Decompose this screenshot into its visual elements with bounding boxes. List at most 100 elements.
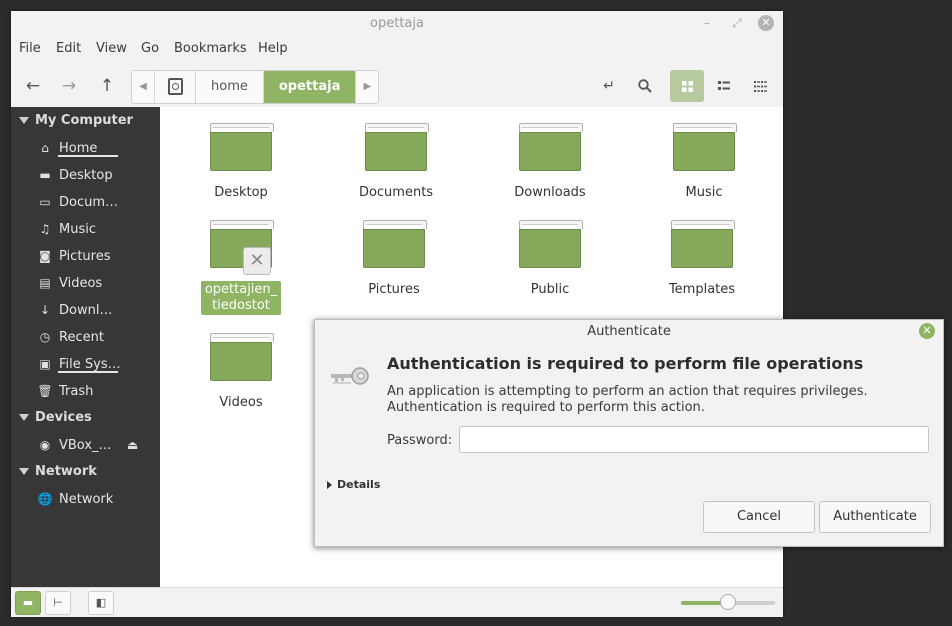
menu-go[interactable]: Go (141, 38, 159, 60)
sidebar-item-music[interactable]: ♫ Music (37, 218, 96, 240)
compact-view-icon (753, 80, 767, 92)
file-label: Videos (219, 395, 263, 410)
sidebar-item-trash[interactable]: 🗑 Trash (37, 380, 93, 402)
file-label: Templates (668, 282, 736, 297)
maximize-button[interactable]: ⤢ (729, 15, 745, 31)
menu-file[interactable]: File (19, 38, 41, 60)
sidebar-item-network[interactable]: 🌐 Network (37, 488, 114, 510)
toggle-location-button[interactable]: ↵ (593, 70, 625, 102)
menu-edit[interactable]: Edit (56, 38, 81, 60)
sidebar-section-devices[interactable]: Devices (19, 408, 92, 428)
sidebar-item-pictures[interactable]: ◙ Pictures (37, 245, 110, 267)
places-icon: ▬ (22, 596, 34, 609)
search-icon (638, 79, 652, 93)
folder-icon (673, 123, 737, 171)
back-button[interactable]: ← (17, 70, 49, 102)
folder-public[interactable]: Public (500, 220, 600, 298)
network-icon: 🌐 (37, 492, 53, 506)
details-expander[interactable]: Details (327, 478, 380, 491)
sidebar-item-documents[interactable]: ▭ Docum… (37, 191, 118, 213)
folder-icon (671, 220, 735, 268)
sidebar-section-network[interactable]: Network (19, 462, 97, 482)
sidebar-item-recent[interactable]: ◷ Recent (37, 326, 104, 348)
cancel-button[interactable]: Cancel (703, 501, 815, 533)
sidebar-item-vbox[interactable]: ◉ VBox_… (37, 434, 112, 456)
sidebar-section-my-computer[interactable]: My Computer (19, 111, 133, 131)
expand-triangle-icon (19, 117, 29, 124)
forward-arrow-icon: → (61, 76, 77, 96)
folder-templates[interactable]: Templates (652, 220, 752, 298)
path-left-icon: ◀ (139, 81, 147, 92)
compact-view-button[interactable] (744, 70, 776, 102)
path-segment-opettaja[interactable]: opettaja (263, 71, 357, 103)
sidebar: My Computer ⌂ Home ▬ Desktop ▭ Docum… ♫ Musi… (11, 107, 160, 587)
filesystem-icon (167, 78, 183, 95)
search-button[interactable] (629, 70, 661, 102)
authenticate-button[interactable]: Authenticate (819, 501, 931, 533)
drive-icon: ▣ (39, 357, 51, 371)
path-left-button[interactable]: ◀ (132, 71, 155, 103)
folder-desktop[interactable]: Desktop (191, 123, 291, 201)
password-label: Password: (387, 433, 453, 448)
disc-icon: ◉ (39, 438, 51, 452)
folder-icon (519, 220, 583, 268)
eject-icon[interactable]: ⏏ (127, 438, 138, 452)
sidebar-item-videos[interactable]: ▤ Videos (37, 272, 102, 294)
toggle-location-icon: ↵ (603, 78, 615, 94)
path-root-button[interactable] (155, 71, 196, 103)
menu-help[interactable]: Help (258, 38, 288, 60)
file-label: Documents (358, 185, 434, 200)
sidebar-toggle-icon: ◧ (95, 596, 107, 609)
zoom-slider[interactable] (681, 594, 775, 610)
clock-icon: ◷ (39, 330, 51, 344)
path-right-button[interactable]: ▶ (356, 71, 378, 103)
music-icon: ♫ (39, 222, 51, 236)
minimize-button[interactable]: – (699, 15, 715, 31)
folder-icon (363, 220, 427, 268)
list-view-button[interactable] (708, 70, 740, 102)
desktop-icon: ▬ (39, 168, 51, 182)
folder-downloads[interactable]: Downloads (500, 123, 600, 201)
folder-documents[interactable]: Documents (346, 123, 446, 201)
show-tree-button[interactable]: ⊢ (45, 591, 71, 615)
up-button[interactable]: ↑ (91, 70, 123, 102)
dialog-title: Authenticate (587, 324, 671, 339)
download-icon: ↓ (39, 303, 51, 317)
path-right-icon: ▶ (363, 81, 372, 92)
password-field[interactable] (459, 426, 929, 453)
dialog-heading: Authentication is required to perform fi… (387, 354, 864, 373)
close-button[interactable]: ✕ (758, 15, 774, 31)
folder-videos[interactable]: Videos (191, 333, 291, 411)
menu-bookmarks[interactable]: Bookmarks (174, 38, 247, 60)
folder-music[interactable]: Music (654, 123, 754, 201)
dialog-close-button[interactable]: ✕ (919, 323, 935, 339)
authenticate-dialog: Authenticate ✕ Authentication is require… (314, 319, 944, 547)
path-segment-home[interactable]: home (196, 71, 264, 103)
camera-icon: ◙ (39, 249, 51, 263)
folder-icon: ✕ (210, 220, 274, 275)
folder-opettajien-tiedostot[interactable]: ✕ opettajien_ tiedostot (191, 220, 291, 315)
show-places-button[interactable]: ▬ (15, 591, 41, 615)
file-label: Downloads (514, 185, 586, 200)
sidebar-item-downloads[interactable]: ↓ Downl… (37, 299, 112, 321)
dialog-message: An application is attempting to perform … (387, 384, 868, 415)
tree-icon: ⊢ (53, 596, 63, 609)
close-icon: ✕ (922, 324, 932, 337)
file-label: Music (685, 185, 723, 200)
film-icon: ▤ (39, 276, 51, 290)
documents-icon: ▭ (39, 195, 51, 209)
file-label-selected: opettajien_ tiedostot (200, 281, 282, 315)
icon-view-button[interactable] (670, 70, 704, 102)
window-title: opettaja (370, 16, 424, 31)
no-access-icon: ✕ (243, 247, 271, 275)
menu-view[interactable]: View (96, 38, 127, 60)
sidebar-item-desktop[interactable]: ▬ Desktop (37, 164, 112, 186)
statusbar: ▬ ⊢ ◧ (11, 587, 783, 617)
forward-button[interactable]: → (53, 70, 85, 102)
folder-icon (519, 123, 583, 171)
folder-pictures[interactable]: Pictures (344, 220, 444, 298)
expand-triangle-icon (19, 468, 29, 475)
zoom-handle[interactable] (720, 594, 736, 610)
toggle-sidebar-button[interactable]: ◧ (88, 591, 114, 615)
trash-icon: 🗑 (37, 384, 53, 398)
